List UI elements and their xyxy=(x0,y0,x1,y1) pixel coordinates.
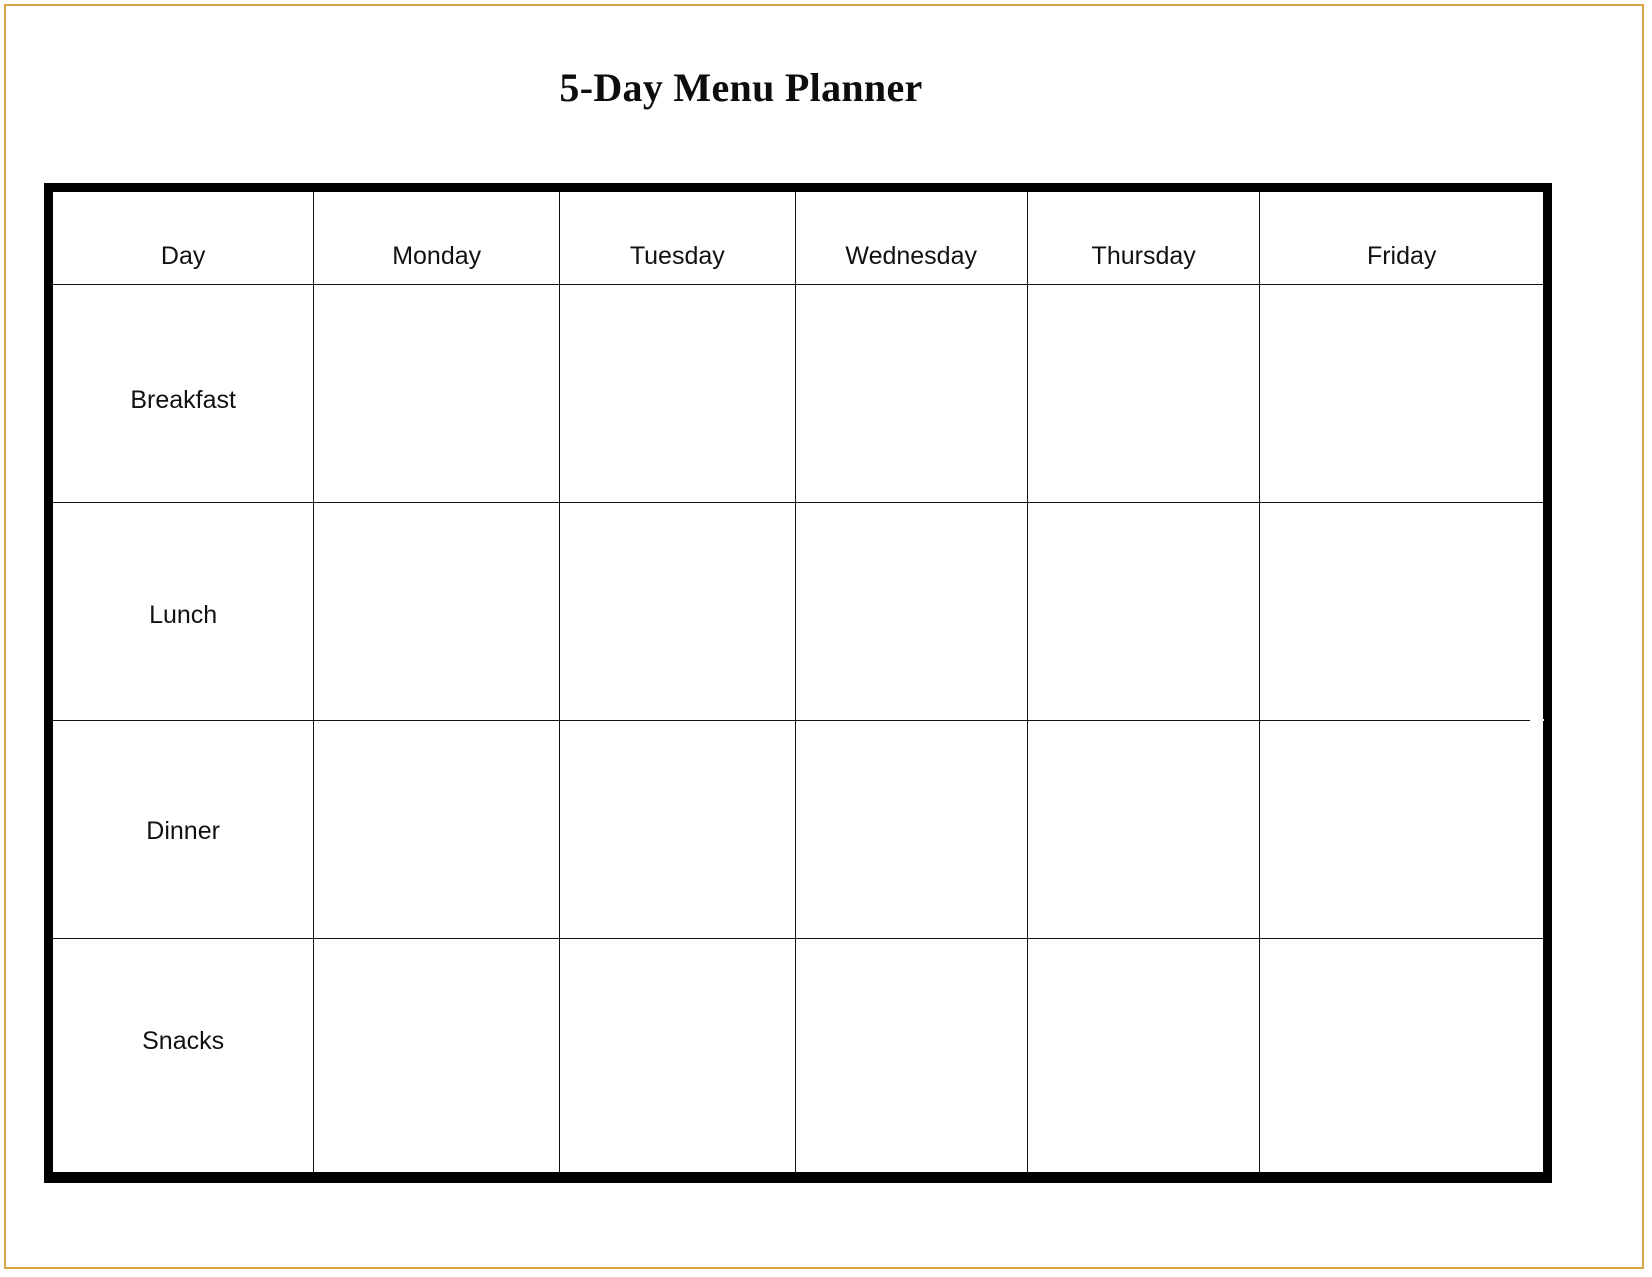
cell-snacks-tuesday[interactable] xyxy=(559,937,796,1172)
table-row-breakfast: Breakfast xyxy=(53,283,1543,503)
cell-dinner-friday[interactable] xyxy=(1259,719,1543,939)
printable-page: 5-Day Menu Planner Day Monday Tuesday We… xyxy=(4,4,1644,1269)
cell-lunch-tuesday[interactable] xyxy=(559,501,796,721)
cell-breakfast-wednesday[interactable] xyxy=(794,283,1028,503)
menu-planner-table-frame: Day Monday Tuesday Wednesday Thursday Fr… xyxy=(44,183,1552,1183)
cell-lunch-thursday[interactable] xyxy=(1026,501,1261,721)
row-label-snacks: Snacks xyxy=(53,937,315,1172)
column-header-wednesday: Wednesday xyxy=(794,192,1028,285)
column-header-tuesday: Tuesday xyxy=(559,192,796,285)
cell-dinner-wednesday[interactable] xyxy=(794,719,1028,939)
cell-lunch-wednesday[interactable] xyxy=(794,501,1028,721)
cell-dinner-thursday[interactable] xyxy=(1026,719,1261,939)
cell-dinner-monday[interactable] xyxy=(313,719,561,939)
cell-snacks-monday[interactable] xyxy=(313,937,561,1172)
row-label-lunch: Lunch xyxy=(53,501,315,721)
cell-snacks-wednesday[interactable] xyxy=(794,937,1028,1172)
table-row-lunch: Lunch xyxy=(53,501,1545,722)
column-header-day: Day xyxy=(53,192,315,285)
cell-dinner-tuesday[interactable] xyxy=(559,719,796,939)
meal-label-text: Snacks xyxy=(142,1026,225,1055)
column-header-thursday: Thursday xyxy=(1026,192,1261,285)
meal-label-text: Lunch xyxy=(149,601,218,630)
cell-breakfast-friday[interactable] xyxy=(1259,283,1543,503)
row-label-breakfast: Breakfast xyxy=(53,283,315,503)
column-header-friday: Friday xyxy=(1259,192,1543,285)
column-header-monday: Monday xyxy=(313,192,561,285)
cell-lunch-friday[interactable] xyxy=(1259,501,1545,722)
cell-breakfast-tuesday[interactable] xyxy=(559,283,796,503)
table-row-snacks: Snacks xyxy=(53,937,1543,1172)
cell-breakfast-thursday[interactable] xyxy=(1026,283,1261,503)
row-label-dinner: Dinner xyxy=(53,719,315,939)
page-title: 5-Day Menu Planner xyxy=(559,65,923,110)
cell-snacks-thursday[interactable] xyxy=(1026,937,1261,1172)
menu-planner-table: Day Monday Tuesday Wednesday Thursday Fr… xyxy=(53,192,1545,1172)
cell-snacks-friday[interactable] xyxy=(1259,937,1543,1172)
cell-breakfast-monday[interactable] xyxy=(313,283,561,503)
meal-label-text: Dinner xyxy=(146,816,220,845)
table-row-dinner: Dinner xyxy=(53,719,1543,939)
table-header-row: Day Monday Tuesday Wednesday Thursday Fr… xyxy=(53,192,1543,285)
meal-label-text: Breakfast xyxy=(130,386,236,415)
cell-lunch-monday[interactable] xyxy=(313,501,561,721)
